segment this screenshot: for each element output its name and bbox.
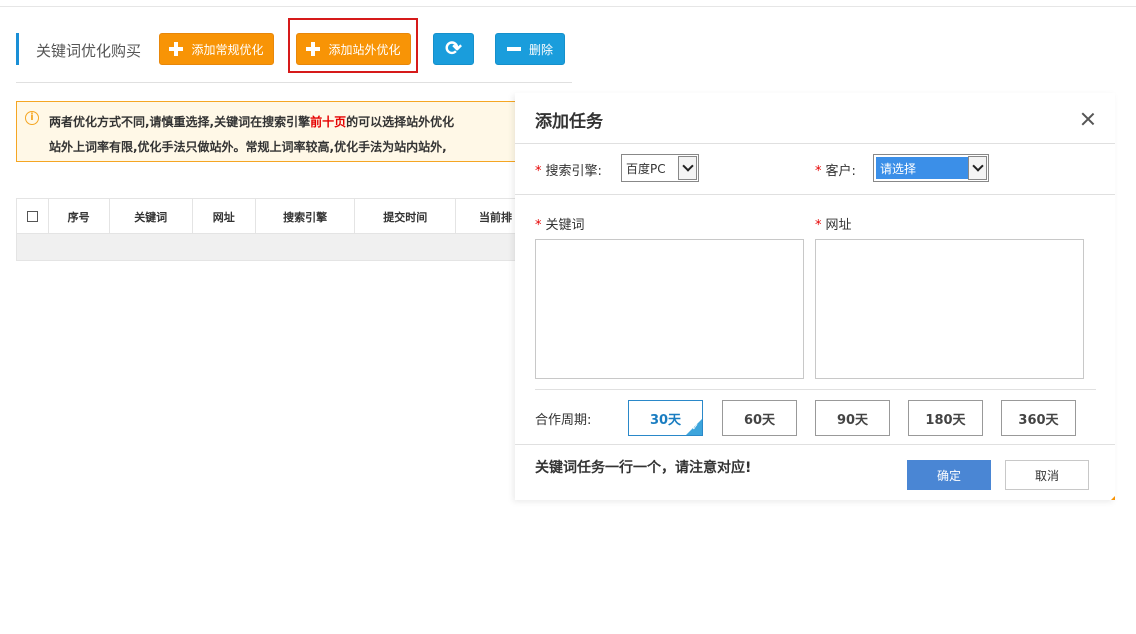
required-mark: *	[535, 218, 542, 233]
add-regular-optimization-label: 添加常规优化	[191, 42, 264, 57]
plus-icon	[169, 42, 184, 56]
required-mark: *	[815, 164, 822, 179]
url-label: * 网址	[815, 214, 852, 233]
empty-table-row	[17, 234, 535, 260]
minus-icon	[506, 42, 521, 56]
period-option-60[interactable]: 60天	[722, 400, 797, 436]
resize-corner	[1111, 496, 1115, 500]
delete-label: 删除	[528, 42, 553, 57]
footer-note: 关键词任务一行一个，请注意对应!	[535, 460, 752, 476]
cancel-button[interactable]: 取消	[1005, 460, 1089, 490]
customer-select[interactable]: 请选择	[873, 154, 989, 182]
keyword-textarea[interactable]	[535, 239, 804, 379]
customer-label-text: 客户:	[825, 164, 856, 179]
search-engine-label: * 搜索引擎:	[535, 160, 602, 179]
table-header: 序号 关键词 网址 搜索引擎 提交时间 当前排	[17, 199, 535, 234]
field-divider	[515, 194, 1115, 195]
add-offsite-optimization-label: 添加站外优化	[328, 42, 401, 57]
keyword-table: 序号 关键词 网址 搜索引擎 提交时间 当前排	[16, 198, 536, 261]
title-accent-bar	[16, 33, 19, 65]
column-header: 序号	[49, 199, 110, 234]
dialog-title: 添加任务	[535, 112, 603, 132]
period-option-label: 30天	[649, 412, 682, 428]
top-divider	[0, 6, 1136, 7]
footer-divider	[515, 444, 1115, 445]
notice-banner: i 两者优化方式不同,请慎重选择,关键词在搜索引擎前十页的可以选择站外优化 站外…	[16, 101, 576, 162]
confirm-button[interactable]: 确定	[907, 460, 991, 490]
notice-line-1-prefix: 两者优化方式不同,请慎重选择,关键词在搜索引擎	[49, 115, 311, 129]
period-label: 合作周期:	[535, 413, 592, 428]
url-textarea[interactable]	[815, 239, 1084, 379]
page-title: 关键词优化购买	[36, 42, 142, 60]
keyword-label: * 关键词	[535, 214, 585, 233]
url-label-text: 网址	[825, 218, 852, 233]
period-option-label: 60天	[743, 412, 776, 428]
period-option-label: 180天	[925, 412, 966, 428]
close-icon[interactable]	[1080, 111, 1096, 127]
notice-line-2: 站外上词率有限,优化手法只做站外。常规上词率较高,优化手法为站内站外,	[49, 140, 447, 154]
period-option-180[interactable]: 180天	[908, 400, 983, 436]
notice-line-1-suffix: 的可以选择站外优化	[346, 115, 455, 129]
search-engine-value: 百度PC	[626, 161, 666, 176]
required-mark: *	[815, 218, 822, 233]
add-task-dialog: 添加任务 * 搜索引擎: 百度PC * 客户: 请选择 * 关键词 * 网址 合作周期:…	[515, 93, 1115, 500]
period-option-label: 90天	[836, 412, 869, 428]
column-header: 关键词	[110, 199, 193, 234]
notice-line-1: 两者优化方式不同,请慎重选择,关键词在搜索引擎前十页的可以选择站外优化	[49, 113, 454, 130]
refresh-button[interactable]: ⟳	[433, 33, 474, 65]
search-engine-select[interactable]: 百度PC	[621, 154, 699, 182]
period-option-label: 360天	[1018, 412, 1059, 428]
check-icon: ✓	[691, 423, 699, 433]
customer-value: 请选择	[876, 157, 968, 179]
column-header: 网址	[193, 199, 256, 234]
required-mark: *	[535, 164, 542, 179]
search-engine-label-text: 搜索引擎:	[545, 164, 602, 179]
period-option-360[interactable]: 360天	[1001, 400, 1076, 436]
keyword-label-text: 关键词	[545, 218, 585, 233]
period-option-90[interactable]: 90天	[815, 400, 890, 436]
plus-icon	[306, 42, 321, 56]
column-header: 提交时间	[355, 199, 457, 234]
period-option-30[interactable]: 30天 ✓	[628, 400, 703, 436]
title-divider	[515, 143, 1115, 144]
customer-label: * 客户:	[815, 160, 856, 179]
delete-button[interactable]: 删除	[495, 33, 565, 65]
chevron-down-icon	[678, 156, 697, 180]
info-icon: i	[25, 111, 39, 125]
add-offsite-optimization-button[interactable]: 添加站外优化	[296, 33, 411, 65]
select-all-checkbox[interactable]	[26, 211, 38, 222]
notice-highlight: 前十页	[310, 115, 347, 129]
add-regular-optimization-button[interactable]: 添加常规优化	[159, 33, 274, 65]
chevron-down-icon	[968, 156, 987, 180]
select-all-cell	[17, 199, 49, 234]
period-divider	[535, 389, 1096, 390]
refresh-icon: ⟳	[445, 38, 462, 60]
column-header: 搜索引擎	[256, 199, 356, 234]
